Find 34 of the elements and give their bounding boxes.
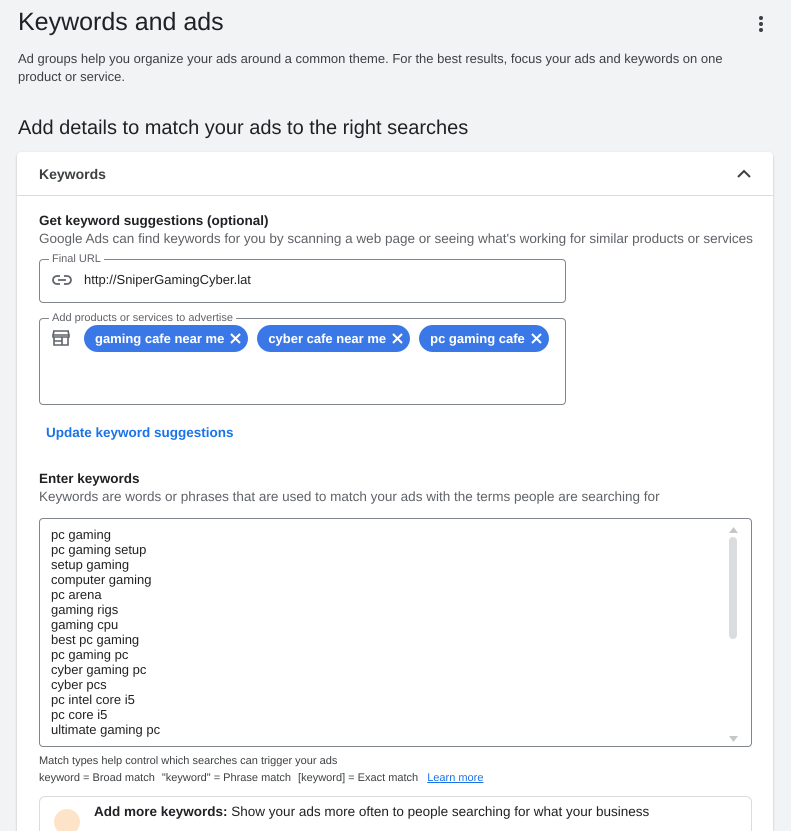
- close-icon[interactable]: [392, 333, 404, 344]
- product-chip[interactable]: cyber cafe near me: [257, 325, 410, 352]
- url-text-input[interactable]: http://SniperGamingCyber.lat: [84, 272, 504, 287]
- keywords-heading: Enter keywords: [39, 470, 141, 488]
- suggestions-description: Google Ads can find keywords for you by scanning a web page or seeing what's working for similar products or services: [39, 230, 751, 248]
- update-suggestions-link[interactable]: Update keyword suggestions: [46, 425, 234, 440]
- match-type-legend: keyword = Broad match: [39, 770, 155, 786]
- link-icon: [52, 275, 72, 285]
- product-chip[interactable]: gaming cafe near me: [84, 325, 248, 352]
- close-icon[interactable]: [530, 333, 542, 344]
- card-header[interactable]: Keywords: [17, 152, 773, 196]
- match-types-hint: Match types help control which searches can trigger your ads: [39, 754, 338, 769]
- section-title: Add details to match your ads to the right searches: [18, 116, 470, 140]
- chevron-up-icon[interactable]: [737, 169, 751, 178]
- tip-text: Add more keywords: Show your ads more often to people searching for what your business: [94, 803, 650, 821]
- match-type-legend: "keyword" = Phrase match: [162, 770, 292, 786]
- store-icon: [52, 330, 70, 346]
- final-url-field[interactable]: Final URL http://SniperGamingCyber.lat: [39, 252, 566, 303]
- scrollbar-thumb[interactable]: [729, 537, 737, 639]
- card-title: Keywords: [39, 166, 106, 182]
- suggestions-heading: Get keyword suggestions (optional): [39, 212, 270, 230]
- learn-more-link[interactable]: Learn more: [427, 770, 484, 786]
- keywords-field[interactable]: pc gaming pc gaming setup setup gaming computer gaming pc arena gaming rigs gaming cpu best pc gaming pc gaming pc cyber gaming pc cyber pcs pc intel core i5 pc core i5 ultimate gaming pc: [39, 518, 752, 747]
- page-title: Keywords and ads: [18, 7, 224, 38]
- products-field[interactable]: Add products or services to advertise gaming cafe near me cyber cafe near me pc gaming cafe: [39, 311, 566, 405]
- more-icon: [759, 16, 763, 32]
- field-label: Final URL: [51, 252, 102, 266]
- keywords-description: Keywords are words or phrases that are used to match your ads with the terms people are searching for: [39, 488, 661, 506]
- page-description: Ad groups help you organize your ads around a common theme. For the best results, focus your ads and keywords on one product or service.: [18, 50, 724, 86]
- match-type-legend: [keyword] = Exact match: [298, 770, 418, 786]
- product-chip[interactable]: pc gaming cafe: [419, 325, 549, 352]
- field-label: Add products or services to advertise: [51, 311, 234, 325]
- close-icon[interactable]: [230, 333, 242, 344]
- tip-icon: [54, 809, 80, 831]
